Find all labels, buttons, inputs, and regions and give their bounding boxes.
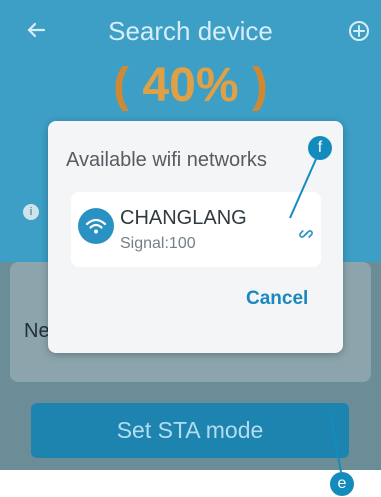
search-progress: ( 40% ) [0, 58, 381, 113]
wifi-icon-graphic [85, 218, 107, 234]
cancel-button[interactable]: Cancel [246, 288, 308, 310]
annotation-marker-f: f [308, 136, 332, 160]
progress-open-paren: ( [113, 59, 130, 112]
progress-value: 40% [142, 59, 239, 112]
link-icon[interactable] [298, 226, 314, 242]
network-ssid: CHANGLANG [120, 207, 247, 229]
wifi-icon [78, 208, 114, 244]
link-icon-graphic [299, 230, 313, 238]
info-icon: i [23, 204, 39, 220]
annotation-marker-e: e [330, 472, 354, 496]
set-sta-mode-button[interactable]: Set STA mode [31, 403, 349, 458]
dialog-title: Available wifi networks [66, 149, 267, 171]
plus-circle-icon-graphic [349, 21, 369, 41]
plus-circle-icon[interactable] [346, 18, 372, 44]
wifi-network-item[interactable]: CHANGLANG Signal:100 [71, 192, 321, 267]
wifi-networks-dialog: Available wifi networks CHANGLANG Signal… [48, 121, 343, 353]
network-signal: Signal:100 [120, 235, 196, 252]
progress-close-paren: ) [251, 59, 268, 112]
network-label: Ne [24, 320, 50, 342]
page-title: Search device [108, 16, 273, 46]
